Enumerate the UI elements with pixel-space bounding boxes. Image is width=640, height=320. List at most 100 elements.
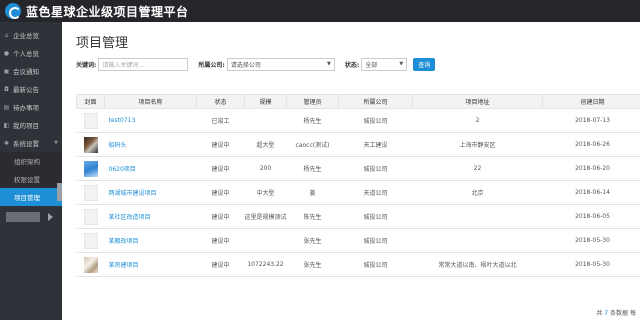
admin-cell: 姜 (286, 180, 339, 205)
sidebar-item-label: 权限设置 (14, 176, 40, 184)
scale-cell: 1072243.22 (244, 252, 287, 277)
sidebar-item-announcements[interactable]: ◘ 最新公告 (0, 80, 62, 98)
page-title: 项目管理 (76, 36, 129, 51)
project-name-link[interactable]: 某棚改项目 (104, 228, 197, 253)
chevron-down-icon: ▼ (54, 140, 58, 146)
app-title: 蓝色星球企业级项目管理平台 (26, 4, 189, 19)
table-row[interactable]: test0713 已竣工 杨先生 城投公司 2 2018-07-13 (76, 108, 640, 133)
table-row[interactable]: 某社区改造项目 建设中 这里是规模测试 陈先生 城投公司 2018-06-05 (76, 204, 640, 229)
column-header[interactable]: 项目名称 (104, 94, 197, 109)
project-name-link[interactable]: 某房建项目 (104, 252, 197, 277)
status-cell: 建设中 (196, 132, 245, 157)
home-icon: ⌂ (4, 31, 9, 39)
company-cell: 天道公司 (338, 180, 413, 205)
scale-cell: 200 (244, 156, 287, 181)
sidebar-item-todo[interactable]: ▤ 待办事项 (0, 98, 62, 116)
total-count: 7 (604, 310, 609, 317)
column-header[interactable]: 规模 (244, 94, 287, 109)
date-cell: 2018-06-05 (542, 204, 640, 229)
sidebar-item-label: 待办事项 (13, 104, 39, 112)
company-select[interactable]: 请选择公司 ▼ (226, 57, 335, 71)
table-row[interactable]: 某房建项目 建设中 1072243.22 张先生 城投公司 常常大道以南、梧叶大… (76, 252, 640, 277)
address-cell: 2 (412, 108, 543, 133)
cover-thumbnail[interactable] (83, 112, 98, 129)
status-cell: 建设中 (196, 156, 245, 181)
address-cell: 北京 (412, 180, 543, 205)
keyword-input[interactable]: 请输入关键词... (98, 57, 189, 71)
status-cell: 建设中 (196, 228, 245, 253)
keyword-label: 关键词: (76, 61, 97, 69)
cover-thumbnail[interactable] (83, 184, 98, 201)
sidebar-item-meetings[interactable]: ▣ 会议通知 (0, 62, 62, 80)
announcement-icon: ◘ (4, 85, 9, 93)
scale-cell: 这里是规模测试 (244, 204, 287, 229)
company-cell: 城投公司 (338, 156, 413, 181)
sidebar-item-enterprise-overview[interactable]: ⌂ 企业总览 (0, 26, 62, 44)
project-name-link[interactable]: 某社区改造项目 (104, 204, 197, 229)
chevron-down-icon: ▼ (399, 61, 404, 67)
table-row[interactable]: 0620项目 建设中 200 杨先生 城投公司 22 2018-06-20 (76, 156, 640, 181)
todo-icon: ▤ (3, 103, 10, 111)
column-header[interactable]: 所属公司 (338, 94, 413, 109)
table-row[interactable]: 船码头 建设中 超大型 caocc(测试) 天工建设 上海市静安区 2018-0… (76, 132, 640, 157)
sidebar-subitem-project-management[interactable]: 项目管理 (0, 188, 62, 206)
sidebar-item-personal-overview[interactable]: ● 个人总览 (0, 44, 62, 62)
sidebar-item-label: 项目管理 (14, 194, 40, 202)
sidebar-item-my-projects[interactable]: ◧ 我的项目 (0, 116, 62, 134)
column-header[interactable]: 状态 (196, 94, 245, 109)
date-cell: 2018-06-14 (542, 180, 640, 205)
date-cell: 2018-05-30 (542, 252, 640, 277)
status-select[interactable]: 全部 ▼ (361, 57, 408, 71)
company-cell: 城投公司 (338, 108, 413, 133)
date-cell: 2018-07-13 (542, 108, 640, 133)
sidebar-item-system-settings[interactable]: ✱ 系统设置 ▼ (0, 134, 62, 152)
project-name-link[interactable]: 船码头 (104, 132, 197, 157)
cover-thumbnail[interactable] (83, 256, 98, 273)
admin-cell: 张先生 (286, 252, 339, 277)
project-name-link[interactable]: 两湖城市建设项目 (104, 180, 197, 205)
address-cell: 上海市静安区 (412, 132, 543, 157)
scale-cell: 超大型 (244, 132, 287, 157)
sidebar-subitem-org-structure[interactable]: 组织架构 (0, 152, 62, 170)
sidebar-item-label: 个人总览 (13, 50, 39, 58)
status-cell: 建设中 (196, 252, 245, 277)
table-header-row: 封面 项目名称 状态 规模 管理员 所属公司 项目地址 创建日期 (76, 94, 640, 109)
sidebar-item-label: 会议通知 (13, 68, 39, 76)
address-cell: 常常大道以南、梧叶大道以北 (412, 252, 543, 277)
table-row[interactable]: 两湖城市建设项目 建设中 中大型 姜 天道公司 北京 2018-06-14 (76, 180, 640, 205)
project-name-link[interactable]: test0713 (104, 108, 197, 133)
table-row[interactable]: 某棚改项目 建设中 张先生 城投公司 2018-05-30 (76, 228, 640, 253)
status-cell: 已竣工 (196, 108, 245, 133)
column-header[interactable]: 封面 (76, 94, 105, 109)
app-header: 蓝色星球企业级项目管理平台 (0, 0, 640, 22)
settings-icon: ✱ (3, 139, 10, 147)
sidebar-item-label: 系统设置 (13, 140, 39, 148)
sidebar-item-label: 组织架构 (14, 158, 40, 166)
date-cell: 2018-06-20 (542, 156, 640, 181)
scale-cell (244, 108, 287, 133)
status-label: 状态: (344, 61, 360, 69)
cover-thumbnail[interactable] (83, 208, 98, 225)
column-header[interactable]: 创建日期 (542, 94, 640, 109)
user-icon: ● (3, 49, 10, 57)
company-cell: 天工建设 (338, 132, 413, 157)
date-cell: 2018-05-30 (542, 228, 640, 253)
chevron-right-icon (48, 213, 53, 221)
user-info[interactable] (0, 212, 62, 222)
sidebar-item-label: 最新公告 (13, 86, 39, 94)
column-header[interactable]: 管理员 (286, 94, 339, 109)
column-header[interactable]: 项目地址 (412, 94, 543, 109)
company-label: 所属公司: (198, 61, 225, 69)
sidebar-item-label: 企业总览 (13, 32, 39, 40)
project-name-link[interactable]: 0620项目 (104, 156, 197, 181)
filter-bar: 关键词: 请输入关键词... 所属公司: 请选择公司 ▼ 状态: 全部 ▼ 查询 (76, 56, 636, 72)
cover-thumbnail[interactable] (83, 136, 98, 153)
cover-thumbnail[interactable] (83, 160, 98, 177)
sidebar-subitem-permissions[interactable]: 权限设置 (0, 170, 62, 188)
search-button[interactable]: 查询 (413, 57, 436, 71)
company-cell: 城投公司 (338, 228, 413, 253)
address-cell (412, 228, 543, 253)
project-icon: ◧ (3, 121, 10, 129)
cover-thumbnail[interactable] (83, 232, 98, 249)
avatar (6, 212, 40, 222)
